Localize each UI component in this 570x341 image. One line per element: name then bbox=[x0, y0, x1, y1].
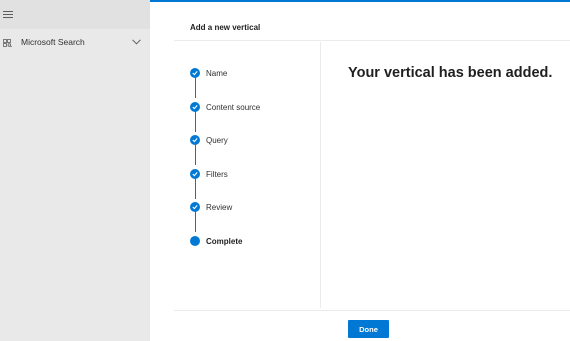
check-icon bbox=[190, 135, 200, 145]
search-grid-icon bbox=[3, 39, 12, 47]
chevron-down-icon[interactable] bbox=[132, 39, 141, 45]
step-label: Filters bbox=[206, 170, 228, 179]
check-icon bbox=[190, 202, 200, 212]
nav-item-label: Microsoft Search bbox=[21, 37, 85, 47]
hamburger-icon[interactable] bbox=[3, 11, 13, 18]
check-icon bbox=[190, 169, 200, 179]
nav-header bbox=[0, 0, 150, 29]
step-label: Query bbox=[206, 136, 228, 145]
step-label: Name bbox=[206, 69, 228, 78]
panel-title: Add a new vertical bbox=[190, 23, 261, 32]
left-navigation: Microsoft Search bbox=[0, 0, 150, 341]
step-filters[interactable]: Filters bbox=[190, 169, 320, 183]
step-label: Content source bbox=[206, 103, 261, 112]
done-button[interactable]: Done bbox=[348, 320, 389, 338]
check-icon bbox=[190, 102, 200, 112]
success-message: Your vertical has been added. bbox=[348, 65, 553, 81]
step-name[interactable]: Name bbox=[190, 68, 320, 82]
wizard-panel: Add a new vertical Name Content source Q… bbox=[150, 2, 570, 341]
step-content-source[interactable]: Content source bbox=[190, 102, 320, 116]
step-label: Review bbox=[206, 203, 233, 212]
footer-divider bbox=[174, 310, 570, 311]
step-query[interactable]: Query bbox=[190, 135, 320, 149]
header-divider bbox=[174, 40, 570, 41]
steps-divider bbox=[320, 42, 321, 308]
check-icon bbox=[190, 68, 200, 78]
step-review[interactable]: Review bbox=[190, 202, 320, 216]
nav-item-microsoft-search[interactable]: Microsoft Search bbox=[0, 34, 150, 52]
step-complete: Complete bbox=[190, 236, 320, 250]
step-label: Complete bbox=[206, 237, 243, 246]
current-step-dot-icon bbox=[190, 236, 200, 246]
